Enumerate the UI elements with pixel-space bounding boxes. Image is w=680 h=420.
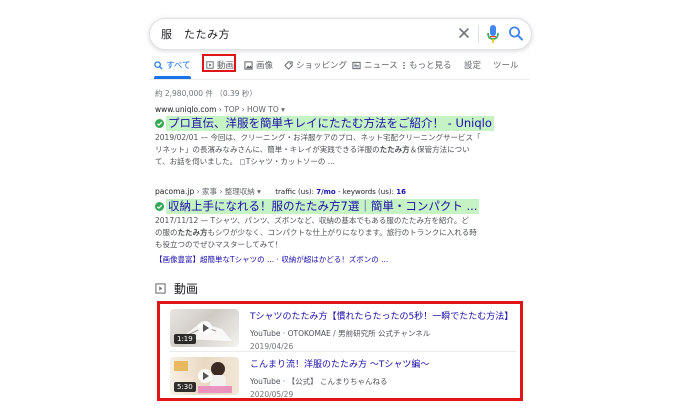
search-box[interactable]: 服 たたみ方 [149, 18, 532, 50]
video-platform: YouTube [250, 329, 281, 338]
video-date: 2019/04/26 [250, 342, 294, 351]
tab-news-label: ニュース [364, 61, 398, 71]
video-duration: 1:19 [174, 334, 196, 344]
result-domain: pacoma.jp [155, 187, 195, 196]
search-input[interactable]: 服 たたみ方 [161, 26, 230, 42]
snippet-text: もシワが少なく、コンパクトな仕上がりになります。旅行のトランクに入れる時 [207, 228, 477, 237]
caret-down-icon[interactable]: ▾ [257, 187, 261, 196]
result-url: pacoma.jp › 家事 › 整理収納 ▾ traffic (us): 7/… [155, 186, 525, 197]
tools-label: ツール [493, 61, 519, 71]
snippet-line: リネット」の長濱みなみさんに、簡単・キレイが実践できる洋服のたたみ方＆保管方法に… [155, 144, 525, 156]
snippet-line: も役立つのでぜひマスターしてみて！ [155, 240, 283, 249]
video-date: 2020/05/29 [250, 390, 294, 399]
settings-link[interactable]: 設定 [464, 57, 481, 73]
result-sitelinks[interactable]: 【画像豊富】超簡単なTシャツの ... · 収納が超はかどる！ズボンの ... [155, 254, 525, 265]
video-source: YouTube · 【公式】 こんまりちゃんねる [250, 376, 429, 387]
more-vertical-icon [403, 61, 405, 69]
result-url: www.uniqlo.com › TOP › HOW TO ▾ [155, 105, 525, 114]
tab-images-label: 画像 [256, 61, 274, 71]
video-result[interactable]: 1:19 Tシャツのたたみ方【慣れたらたったの5秒！一瞬でたたむ方法】 YouT… [170, 309, 516, 351]
tools-link[interactable]: ツール [493, 57, 519, 73]
video-icon [155, 283, 166, 294]
result-snippet: 2019/02/01 — 今回は、クリーニング・お洋服ケアのプロ、ネット宅配クリ… [155, 132, 525, 168]
search-icon [154, 60, 163, 70]
seo-traffic-label: traffic (us): [275, 188, 314, 196]
video-row-divider [170, 351, 516, 352]
video-platform: YouTube [250, 377, 281, 386]
play-icon [198, 321, 212, 335]
settings-label: 設定 [464, 61, 482, 71]
result-path: › TOP › HOW TO [216, 105, 279, 114]
video-channel: · OTOKOMAE / 男前研究所 公式チャンネル [280, 329, 431, 338]
check-circle-icon [155, 119, 164, 128]
search-result: pacoma.jp › 家事 › 整理収納 ▾ traffic (us): 7/… [155, 186, 525, 265]
tag-icon [284, 60, 293, 70]
snippet-text: リネット」の長濱みなみさんに、簡単・キレイが実践できる洋服の [155, 145, 380, 154]
result-title-link[interactable]: 収納上手になれる！服のたたみ方7選｜簡単・コンパクト ... [166, 199, 480, 214]
video-duration: 5:30 [174, 382, 196, 392]
snippet-line: 2019/02/01 — 今回は、クリーニング・お洋服ケアのプロ、ネット宅配クリ… [155, 133, 481, 142]
tabs-divider [149, 79, 530, 80]
result-domain: www.uniqlo.com [155, 105, 217, 114]
video-thumbnail[interactable]: 1:19 [170, 309, 239, 347]
video-source: YouTube · OTOKOMAE / 男前研究所 公式チャンネル [250, 328, 513, 339]
snippet-keyword: たたみ方 [177, 228, 208, 237]
tab-shopping[interactable]: ショッピング [284, 57, 347, 73]
video-tab-annotation-box [202, 54, 236, 72]
search-box-divider [478, 25, 479, 43]
video-heading-label: 動画 [174, 282, 199, 296]
news-icon [352, 61, 361, 69]
clear-icon[interactable] [456, 25, 472, 41]
caret-down-icon[interactable]: ▾ [281, 105, 285, 114]
search-result: www.uniqlo.com › TOP › HOW TO ▾ プロ直伝、洋服を… [155, 105, 525, 168]
tab-images[interactable]: 画像 [244, 57, 273, 73]
snippet-line: の服のたたみ方もシワが少なく、コンパクトな仕上がりになります。旅行のトランクに入… [155, 227, 525, 239]
tab-news[interactable]: ニュース [352, 57, 398, 73]
tab-more-label: もっと見る [409, 61, 452, 71]
snippet-text: ＆保管方法につい [409, 145, 470, 154]
video-channel: · 【公式】 こんまりちゃんねる [280, 377, 388, 386]
snippet-keyword: たたみ方 [379, 145, 410, 154]
tab-all-label: すべて [166, 61, 191, 71]
result-title-link[interactable]: プロ直伝、洋服を簡単キレイにたたむ方法をご紹介！ - Uniqlo [166, 116, 494, 131]
check-circle-icon [155, 202, 164, 211]
video-section-heading: 動画 [155, 280, 198, 297]
seo-traffic-value: 7/mo [316, 188, 336, 196]
tab-more[interactable]: もっと見る [402, 57, 452, 73]
microphone-icon[interactable] [486, 24, 500, 44]
search-icon[interactable] [508, 25, 524, 43]
image-icon [244, 60, 253, 70]
snippet-line: 2017/11/12 — Tシャツ、パンツ、ズボンなど、収納の基本でもある服のた… [155, 216, 469, 225]
seo-keywords-value: 16 [396, 188, 406, 196]
tab-all[interactable]: すべて [154, 57, 191, 73]
tab-shopping-label: ショッピング [296, 61, 348, 71]
snippet-line: て、お話を伺いました。 ◻Tシャツ・カットソーの ... [155, 157, 335, 166]
seo-metrics: traffic (us): 7/mo - keywords (us): 16 [275, 188, 406, 196]
seo-keywords-label: - keywords (us): [337, 188, 394, 196]
video-title-link[interactable]: こんまり流！洋服のたたみ方 〜Tシャツ編〜 [250, 357, 429, 370]
snippet-text: の服の [155, 228, 178, 237]
play-icon [198, 369, 212, 383]
video-result[interactable]: 5:30 こんまり流！洋服のたたみ方 〜Tシャツ編〜 YouTube · 【公式… [170, 357, 516, 399]
result-path: › 家事 › 整理収納 [194, 187, 255, 196]
result-snippet: 2017/11/12 — Tシャツ、パンツ、ズボンなど、収納の基本でもある服のた… [155, 215, 525, 251]
video-thumbnail[interactable]: 5:30 [170, 357, 239, 395]
video-title-link[interactable]: Tシャツのたたみ方【慣れたらたったの5秒！一瞬でたたむ方法】 [250, 309, 513, 322]
result-stats: 約 2,980,000 件 （0.39 秒） [155, 89, 257, 98]
